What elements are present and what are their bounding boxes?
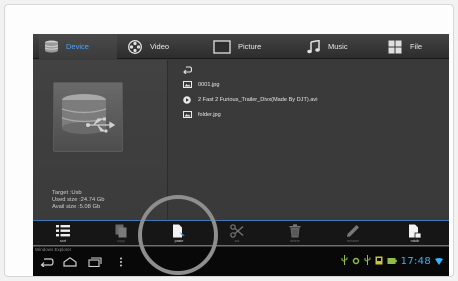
file-grid-icon: [387, 40, 403, 53]
notification-icon: [375, 252, 383, 270]
sort-button[interactable]: sort: [45, 221, 81, 246]
file-name: folder.jpg: [198, 111, 221, 118]
list-item[interactable]: 2 Fast 2 Furious_Trailer_Divx(Made By DJ…: [175, 92, 445, 107]
action-toolbar: sort copy paste cut delete rename mkdir: [33, 220, 449, 246]
tab-video[interactable]: Video: [127, 34, 197, 59]
delete-label: delete: [290, 239, 300, 243]
cut-button[interactable]: cut: [219, 221, 255, 246]
mkdir-label: mkdir: [410, 239, 420, 243]
tab-file[interactable]: File: [387, 34, 449, 59]
usb-icon: [341, 252, 348, 270]
new-folder-icon: [408, 224, 422, 238]
recent-apps-icon: [88, 254, 102, 272]
tab-music-label: Music: [328, 42, 348, 51]
target-text: Target :Usb: [52, 190, 82, 196]
category-tabs: Device Video Picture Music File: [33, 34, 449, 59]
back-row[interactable]: [175, 62, 445, 77]
settings-icon: [352, 252, 360, 270]
home-nav-button[interactable]: [62, 257, 78, 269]
tab-file-label: File: [410, 42, 423, 51]
paste-highlight-circle: [138, 195, 218, 275]
system-bar: Windows Explorer 17:48: [33, 247, 449, 276]
list-item[interactable]: folder.jpg: [175, 107, 445, 122]
status-area: 17:48: [341, 255, 443, 267]
device-screen: Device Video Picture Music File Target:…: [33, 34, 449, 276]
menu-dots-icon: [119, 254, 123, 272]
delete-button[interactable]: delete: [277, 221, 313, 246]
picture-icon: [213, 39, 231, 54]
usb-drive-icon: [53, 82, 123, 152]
copy-icon: [114, 224, 128, 238]
image-file-icon: [182, 111, 192, 119]
home-icon: [63, 254, 77, 272]
sort-label: sort: [60, 239, 66, 243]
database-icon: [43, 40, 59, 53]
scissors-icon: [230, 224, 244, 238]
used-size-text: Used size :24.74 Gb: [52, 197, 105, 203]
app-name: Windows Explorer: [35, 247, 72, 252]
music-note-icon: [305, 39, 321, 53]
device-info: Target :Usb Used size :24.74 Gb Avail si…: [52, 190, 105, 211]
image-file-icon: [182, 81, 192, 89]
menu-button[interactable]: [113, 257, 129, 269]
avail-size-text: Avail size :5.08 Gb: [52, 204, 101, 210]
back-arrow-icon: [182, 65, 192, 74]
trash-icon: [288, 224, 302, 238]
file-list: 0001.jpg 2 Fast 2 Furious_Trailer_Divx(M…: [175, 62, 445, 122]
back-icon: [40, 254, 54, 272]
film-reel-icon: [127, 39, 143, 54]
rename-label: rename: [346, 239, 360, 243]
pencil-icon: [346, 224, 360, 238]
battery-icon: [387, 252, 397, 270]
tab-picture-label: Picture: [238, 42, 262, 51]
tab-device[interactable]: Device: [39, 34, 117, 59]
clock: 17:48: [400, 255, 431, 267]
recent-apps-button[interactable]: [87, 257, 103, 269]
wifi-icon: [435, 252, 443, 270]
tab-music[interactable]: Music: [305, 34, 375, 59]
list-item[interactable]: 0001.jpg: [175, 77, 445, 92]
back-nav-button[interactable]: [39, 257, 55, 269]
usb-debug-icon: [364, 252, 371, 270]
play-circle-icon: [182, 95, 192, 104]
file-name: 2 Fast 2 Furious_Trailer_Divx(Made By DJ…: [198, 96, 318, 103]
copy-button[interactable]: copy: [103, 221, 139, 246]
tab-device-label: Device: [66, 42, 89, 51]
tab-video-label: Video: [150, 42, 170, 51]
cut-label: cut: [234, 239, 240, 243]
mkdir-button[interactable]: mkdir: [397, 221, 433, 246]
rename-button[interactable]: rename: [335, 221, 371, 246]
file-name: 0001.jpg: [198, 81, 220, 88]
copy-label: copy: [117, 239, 125, 243]
tablet-frame: Device Video Picture Music File Target:…: [4, 4, 454, 277]
tab-picture[interactable]: Picture: [213, 34, 293, 59]
sort-list-icon: [56, 224, 70, 238]
